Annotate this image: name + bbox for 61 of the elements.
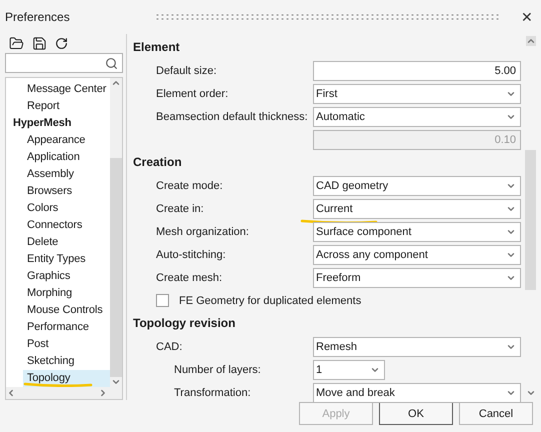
dropdown[interactable]: Remesh (313, 336, 521, 356)
scroll-up-icon[interactable] (111, 78, 121, 88)
field-label: Mesh organization: (156, 226, 250, 238)
field-label: Create mode: (156, 180, 224, 192)
tree-item[interactable]: Entity Types (23, 251, 110, 268)
tree-item[interactable]: Post (23, 336, 110, 353)
tree-item[interactable]: Connectors (23, 217, 110, 234)
section-heading: Element (133, 39, 181, 56)
tree-item[interactable]: Appearance (23, 132, 110, 149)
scroll-left-icon[interactable] (6, 388, 16, 398)
field-label: Element order: (156, 88, 230, 100)
section-heading: Topology revision (133, 315, 236, 332)
field-label: Auto-stitching: (156, 248, 227, 260)
close-button[interactable]: ✕ (521, 9, 533, 25)
dropdown[interactable]: Automatic (313, 106, 521, 126)
checkbox[interactable] (156, 294, 169, 307)
dropdown[interactable]: Freeform (313, 268, 521, 288)
save-icon[interactable] (32, 36, 47, 50)
number-field[interactable]: 5.00 (313, 60, 521, 80)
dropdown[interactable]: 1 (313, 360, 385, 380)
scroll-up-icon[interactable] (526, 36, 536, 46)
field-label: Default size: (156, 64, 218, 76)
tree-item[interactable]: Performance (23, 319, 110, 336)
folder-icon[interactable] (9, 36, 24, 50)
field-label: CAD: (156, 340, 184, 352)
scroll-right-icon[interactable] (98, 388, 108, 398)
search-icon (105, 56, 118, 70)
dropdown[interactable]: Across any component (313, 244, 521, 264)
tree-item[interactable]: Assembly (23, 166, 110, 183)
tree-item[interactable]: Delete (23, 234, 110, 251)
tree-item[interactable]: HyperMesh (6, 115, 110, 132)
scroll-down-icon[interactable] (526, 388, 536, 398)
tree-item[interactable]: Sketching (23, 353, 110, 370)
field-label: Create mesh: (156, 272, 224, 284)
dropdown[interactable]: First (313, 84, 521, 104)
window-title: Preferences (5, 10, 70, 24)
field-label: Create in: (156, 202, 205, 214)
dropdown[interactable]: Surface component (313, 222, 521, 242)
section-heading: Creation (133, 154, 183, 171)
field-label: Number of layers: (174, 364, 262, 376)
tree-item[interactable]: Colors (23, 200, 110, 217)
dialog-button[interactable]: Cancel (459, 402, 533, 425)
dropdown[interactable]: CAD geometry (313, 176, 521, 196)
tree-item[interactable]: Report (23, 98, 110, 115)
tree-item[interactable]: Graphics (23, 268, 110, 285)
tree-item[interactable]: Browsers (23, 183, 110, 200)
tree-item[interactable]: Mouse Controls (23, 302, 110, 319)
tree-item[interactable]: Topology (23, 370, 110, 387)
scroll-down-icon[interactable] (111, 377, 121, 387)
field-label: Beamsection default thickness: (156, 110, 309, 122)
tree-item[interactable]: Application (23, 149, 110, 166)
tree-item[interactable]: Message Center (23, 81, 110, 98)
checkbox-label: FE Geometry for duplicated elements (179, 294, 362, 306)
reset-icon[interactable] (55, 36, 68, 50)
field-label: Transformation: (174, 386, 252, 398)
tree-item[interactable]: Morphing (23, 285, 110, 302)
dialog-button[interactable]: OK (379, 402, 453, 425)
scrollbar[interactable] (110, 78, 122, 387)
dropdown[interactable]: Move and break (313, 382, 521, 402)
search-field[interactable] (5, 53, 123, 73)
horizontal-scrollbar[interactable] (6, 387, 122, 399)
